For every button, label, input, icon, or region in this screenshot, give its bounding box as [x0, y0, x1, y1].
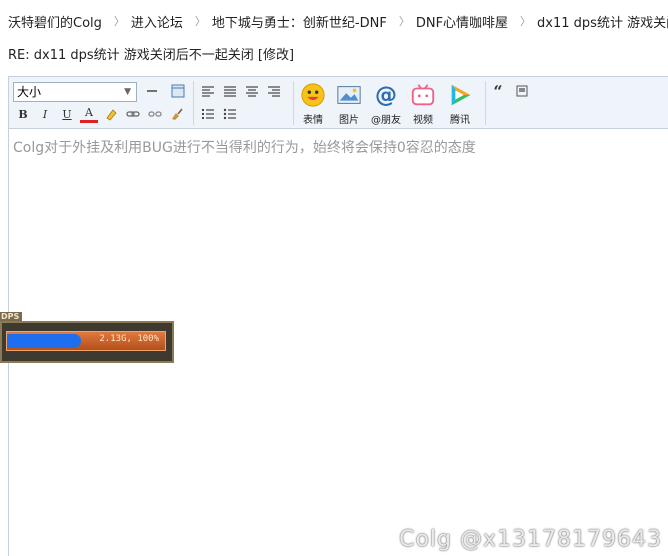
- edit-title-link[interactable]: [修改]: [258, 48, 294, 63]
- align-left-icon[interactable]: [199, 82, 217, 100]
- tencent-video-button[interactable]: 腾讯: [443, 81, 477, 127]
- align-justify-icon[interactable]: [221, 82, 239, 100]
- image-icon: [335, 81, 363, 109]
- highlight-icon[interactable]: [102, 105, 120, 123]
- dps-value: 2.13G, 100%: [99, 334, 159, 344]
- code-icon[interactable]: [513, 82, 531, 100]
- emoji-icon: [299, 81, 327, 109]
- table-icon[interactable]: [169, 82, 187, 100]
- mention-label: @朋友: [371, 115, 401, 126]
- italic-button[interactable]: I: [36, 105, 54, 123]
- bold-button[interactable]: B: [14, 105, 32, 123]
- video-label: 视频: [413, 115, 433, 126]
- quote-button[interactable]: “: [489, 82, 507, 101]
- horizontal-rule-icon[interactable]: [143, 82, 161, 100]
- chevron-down-icon: ▼: [124, 87, 131, 97]
- video-button[interactable]: 视频: [406, 81, 440, 127]
- align-right-icon[interactable]: [265, 82, 283, 100]
- toolbar-divider: [293, 81, 294, 125]
- breadcrumb-separator: 〉: [398, 15, 410, 28]
- dps-meter: DPS 2.13G, 100%: [0, 312, 174, 363]
- dps-frame: 2.13G, 100%: [0, 321, 174, 363]
- editor-toolbar: 大小 ▼ B I U A 表情 图片 @ @朋友 视频 腾讯 “: [9, 77, 668, 129]
- breadcrumb-item-dnf[interactable]: 地下城与勇士：创新世纪-DNF: [212, 12, 387, 31]
- breadcrumb: 沃特碧们的Colg 〉 进入论坛 〉 地下城与勇士：创新世纪-DNF 〉 DNF…: [0, 0, 668, 42]
- ordered-list-icon[interactable]: [199, 105, 217, 123]
- clear-format-icon[interactable]: [168, 105, 186, 123]
- dps-bar: 2.13G, 100%: [6, 331, 166, 351]
- image-button[interactable]: 图片: [332, 81, 366, 127]
- redacted-name: [7, 334, 81, 348]
- unordered-list-icon[interactable]: [221, 105, 239, 123]
- tencent-video-icon: [446, 81, 474, 109]
- reply-title: RE: dx11 dps统计 游戏关闭后不一起关闭 [修改]: [8, 44, 294, 63]
- unlink-icon[interactable]: [146, 105, 164, 123]
- breadcrumb-separator: 〉: [520, 15, 532, 28]
- mention-button[interactable]: @ @朋友: [369, 81, 403, 127]
- watermark: Colg @x13178179643: [399, 527, 662, 552]
- breadcrumb-item-forum[interactable]: 进入论坛: [131, 12, 183, 31]
- tencent-video-label: 腾讯: [450, 115, 470, 126]
- underline-button[interactable]: U: [58, 105, 76, 123]
- breadcrumb-separator: 〉: [194, 15, 206, 28]
- reply-title-text: RE: dx11 dps统计 游戏关闭后不一起关闭: [8, 48, 258, 63]
- breadcrumb-item-home[interactable]: 沃特碧们的Colg: [8, 12, 102, 31]
- link-icon[interactable]: [124, 105, 142, 123]
- emoji-label: 表情: [303, 115, 323, 126]
- font-size-select[interactable]: 大小 ▼: [13, 82, 137, 102]
- editor-placeholder[interactable]: Colg对于外挂及利用BUG进行不当得利的行为，始终将会保持0容忍的态度: [13, 137, 476, 157]
- breadcrumb-separator: 〉: [113, 15, 125, 28]
- image-label: 图片: [339, 115, 359, 126]
- breadcrumb-item-cafe[interactable]: DNF心情咖啡屋: [416, 12, 508, 31]
- breadcrumb-item-thread[interactable]: dx11 dps统计 游戏关闭: [537, 12, 668, 31]
- toolbar-divider: [193, 81, 194, 125]
- font-size-value: 大小: [17, 85, 42, 99]
- video-icon: [409, 81, 437, 109]
- emoji-button[interactable]: 表情: [296, 81, 330, 127]
- at-icon: @: [375, 82, 397, 108]
- align-center-icon[interactable]: [243, 82, 261, 100]
- toolbar-divider: [485, 81, 486, 125]
- font-color-button[interactable]: A: [80, 105, 98, 123]
